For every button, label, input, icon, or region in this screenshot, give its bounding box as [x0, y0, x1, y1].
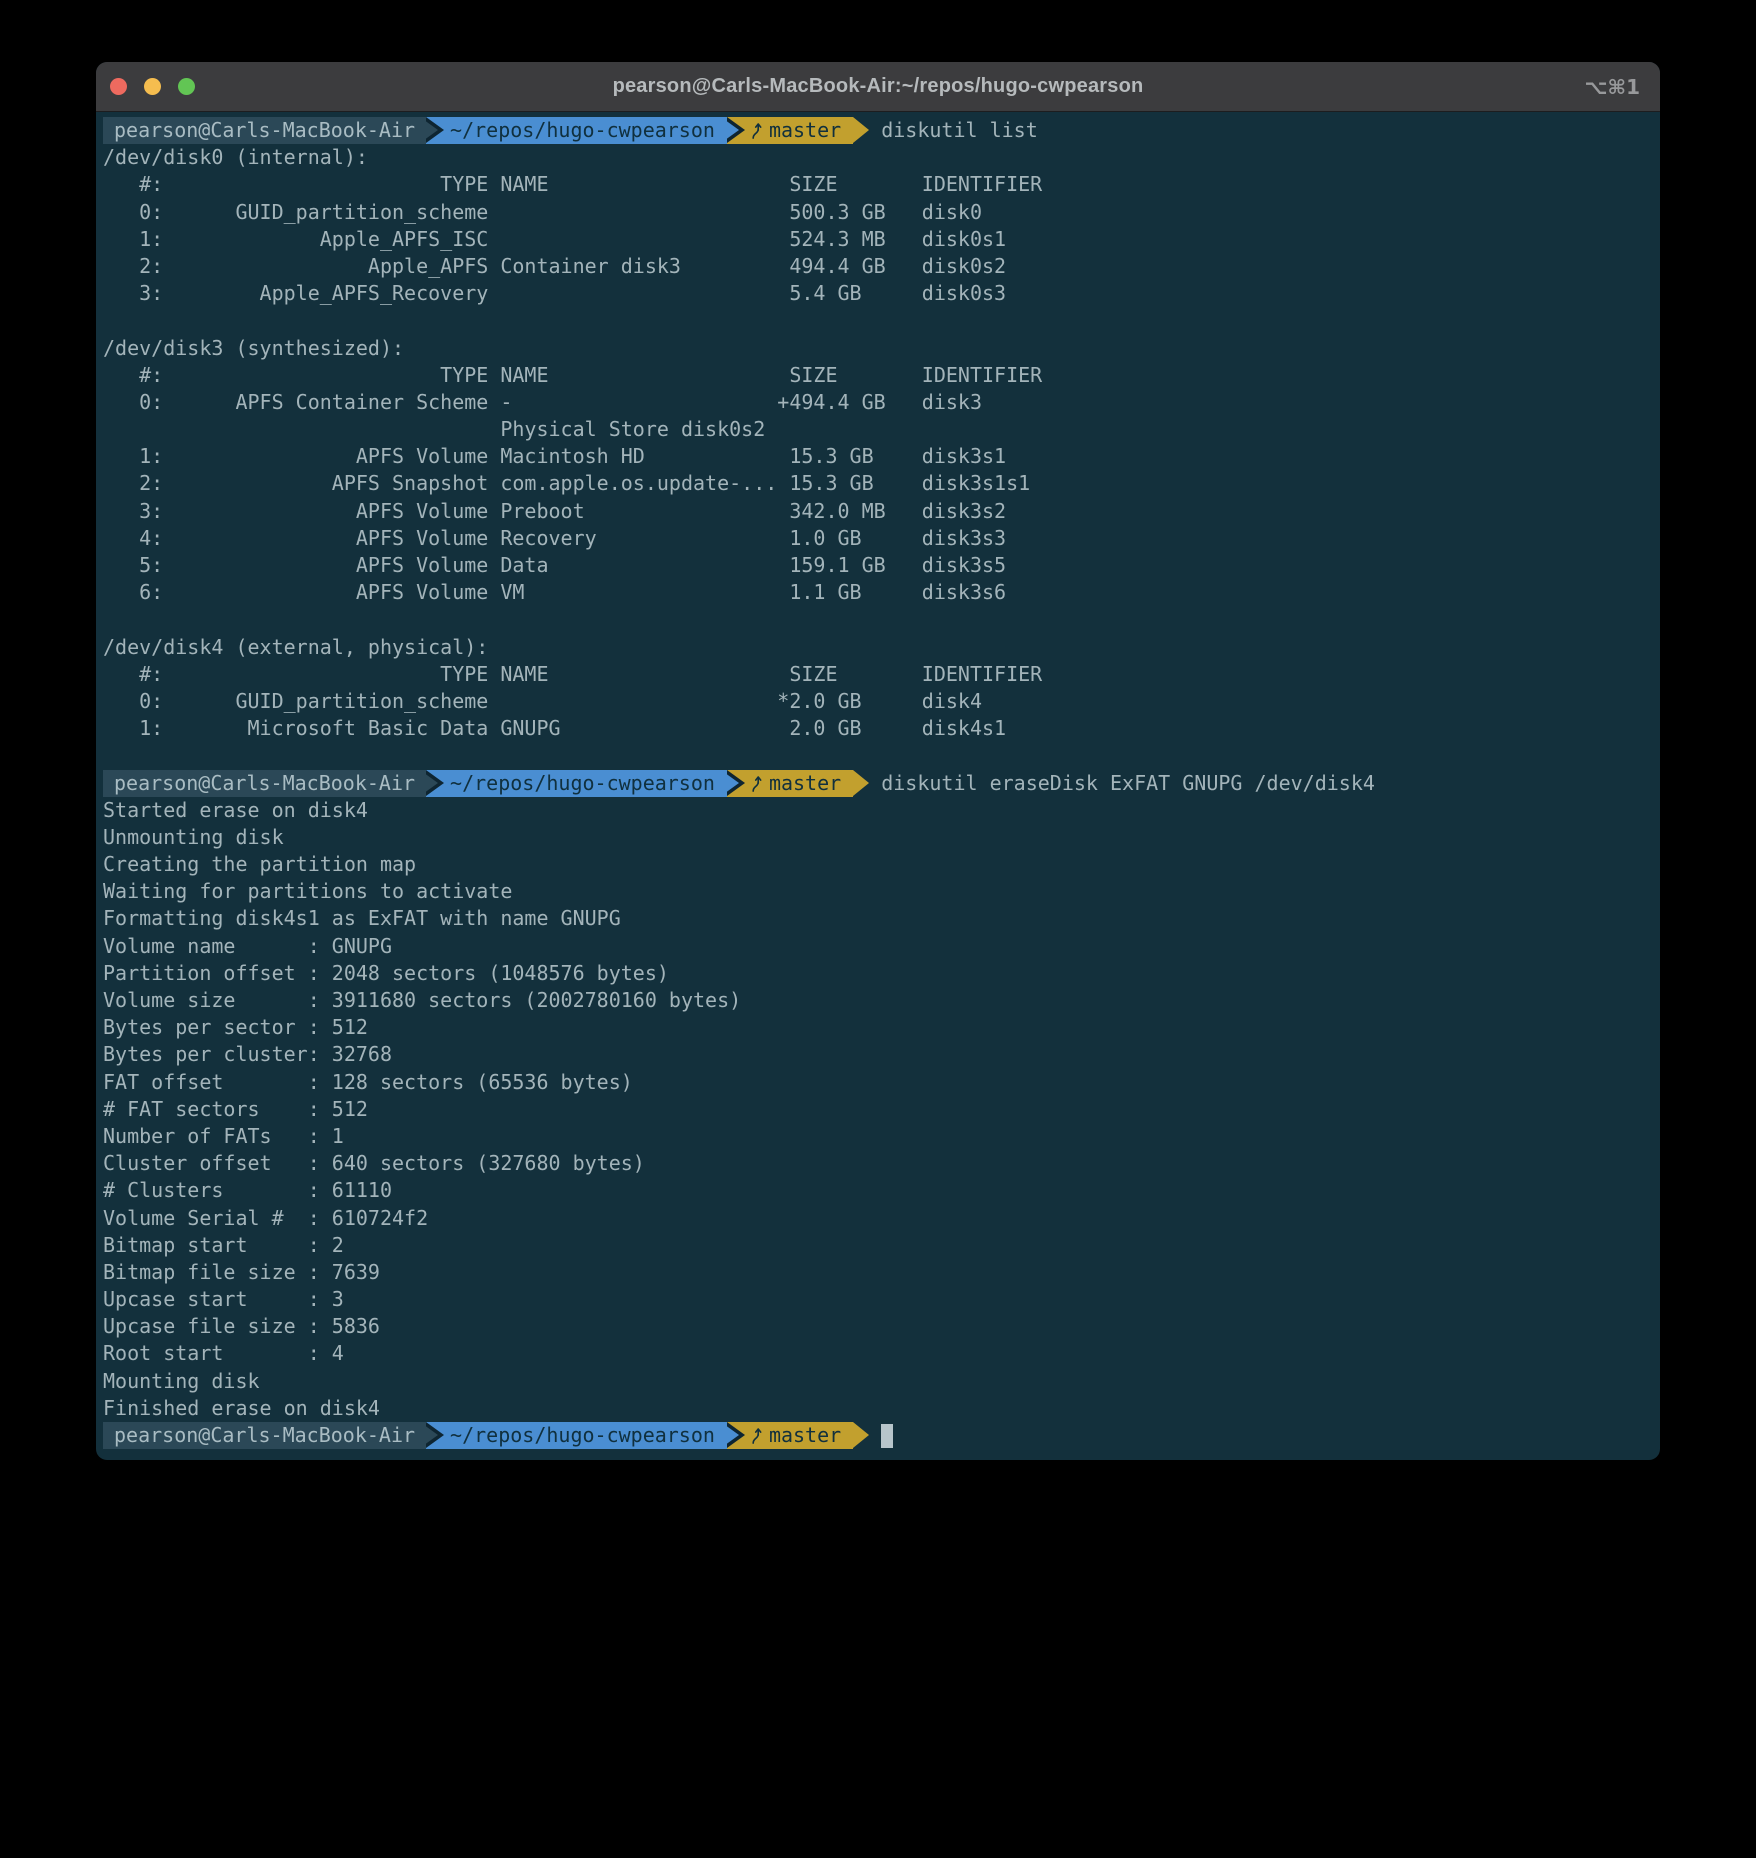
terminal-output-line: Mounting disk [103, 1368, 1652, 1395]
terminal-cursor [881, 1424, 893, 1448]
terminal-output-line: Volume Serial # : 610724f2 [103, 1205, 1652, 1232]
terminal-prompt-line: pearson@Carls-MacBook-Air ~/repos/hugo-c… [103, 1422, 1652, 1449]
terminal-output-line: /dev/disk4 (external, physical): [103, 634, 1652, 661]
prompt-git-branch-label: master [769, 770, 841, 797]
terminal-output-line: Bitmap file size : 7639 [103, 1259, 1652, 1286]
terminal-output-line: Bitmap start : 2 [103, 1232, 1652, 1259]
window-shortcut-badge: ⌥⌘1 [1584, 62, 1640, 111]
terminal-output-line: Bytes per sector : 512 [103, 1014, 1652, 1041]
git-branch-icon [749, 1426, 764, 1445]
terminal-prompt-line: pearson@Carls-MacBook-Air ~/repos/hugo-c… [103, 770, 1652, 797]
terminal-output-line: Upcase start : 3 [103, 1286, 1652, 1313]
window-title: pearson@Carls-MacBook-Air:~/repos/hugo-c… [96, 75, 1660, 98]
powerline-arrow-icon [853, 1422, 869, 1448]
terminal-output-line: Started erase on disk4 [103, 797, 1652, 824]
terminal-output-line: #: TYPE NAME SIZE IDENTIFIER [103, 362, 1652, 389]
terminal-output-line: 6: APFS Volume VM 1.1 GB disk3s6 [103, 579, 1652, 606]
terminal-output-line [103, 307, 1652, 334]
traffic-lights [110, 62, 195, 111]
terminal-output-line: Number of FATs : 1 [103, 1123, 1652, 1150]
git-branch-icon [749, 121, 764, 140]
terminal-output-line: Root start : 4 [103, 1340, 1652, 1367]
prompt-git-branch-label: master [769, 1422, 841, 1449]
terminal-output-line: Volume size : 3911680 sectors (200278016… [103, 987, 1652, 1014]
terminal-output-line: Waiting for partitions to activate [103, 878, 1652, 905]
terminal-output-line: 2: Apple_APFS Container disk3 494.4 GB d… [103, 253, 1652, 280]
prompt-directory: ~/repos/hugo-cwpearson [444, 117, 727, 144]
terminal-output-line: 3: Apple_APFS_Recovery 5.4 GB disk0s3 [103, 280, 1652, 307]
terminal-output-line: /dev/disk0 (internal): [103, 144, 1652, 171]
terminal-output-line: 2: APFS Snapshot com.apple.os.update-...… [103, 470, 1652, 497]
prompt-directory: ~/repos/hugo-cwpearson [444, 770, 727, 797]
terminal-body[interactable]: pearson@Carls-MacBook-Air ~/repos/hugo-c… [96, 112, 1660, 1449]
powerline-arrow-icon [727, 1422, 745, 1449]
terminal-output-line: # Clusters : 61110 [103, 1177, 1652, 1204]
powerline-arrow-icon [426, 117, 444, 144]
terminal-output-line: #: TYPE NAME SIZE IDENTIFIER [103, 171, 1652, 198]
terminal-output-line: 0: GUID_partition_scheme 500.3 GB disk0 [103, 199, 1652, 226]
terminal-output-line: Unmounting disk [103, 824, 1652, 851]
prompt-user-host: pearson@Carls-MacBook-Air [103, 770, 426, 797]
powerline-arrow-icon [853, 117, 869, 143]
terminal-output-line: 1: Microsoft Basic Data GNUPG 2.0 GB dis… [103, 715, 1652, 742]
terminal-output-line: #: TYPE NAME SIZE IDENTIFIER [103, 661, 1652, 688]
minimize-button[interactable] [144, 78, 161, 95]
prompt-git-segment: master [745, 1422, 853, 1449]
zoom-button[interactable] [178, 78, 195, 95]
terminal-output-line: # FAT sectors : 512 [103, 1096, 1652, 1123]
terminal-output-line: 1: Apple_APFS_ISC 524.3 MB disk0s1 [103, 226, 1652, 253]
prompt-git-branch-label: master [769, 117, 841, 144]
terminal-output-line: 0: APFS Container Scheme - +494.4 GB dis… [103, 389, 1652, 416]
terminal-output-line: Formatting disk4s1 as ExFAT with name GN… [103, 905, 1652, 932]
powerline-arrow-icon [727, 117, 745, 144]
terminal-output-line: Creating the partition map [103, 851, 1652, 878]
prompt-user-host: pearson@Carls-MacBook-Air [103, 117, 426, 144]
prompt-command: diskutil list [869, 117, 1038, 144]
powerline-arrow-icon [426, 1422, 444, 1449]
terminal-output-line: 4: APFS Volume Recovery 1.0 GB disk3s3 [103, 525, 1652, 552]
prompt-directory: ~/repos/hugo-cwpearson [444, 1422, 727, 1449]
terminal-prompt-line: pearson@Carls-MacBook-Air ~/repos/hugo-c… [103, 117, 1652, 144]
prompt-git-segment: master [745, 770, 853, 797]
terminal-output-line: Upcase file size : 5836 [103, 1313, 1652, 1340]
powerline-arrow-icon [727, 770, 745, 797]
terminal-output-line: FAT offset : 128 sectors (65536 bytes) [103, 1069, 1652, 1096]
terminal-output-line [103, 742, 1652, 769]
powerline-arrow-icon [853, 770, 869, 796]
terminal-output-line: Finished erase on disk4 [103, 1395, 1652, 1422]
powerline-arrow-icon [426, 770, 444, 797]
terminal-output-line: 3: APFS Volume Preboot 342.0 MB disk3s2 [103, 498, 1652, 525]
terminal-window[interactable]: pearson@Carls-MacBook-Air:~/repos/hugo-c… [96, 62, 1660, 1460]
close-button[interactable] [110, 78, 127, 95]
terminal-output-line: Bytes per cluster: 32768 [103, 1041, 1652, 1068]
terminal-output-line: 5: APFS Volume Data 159.1 GB disk3s5 [103, 552, 1652, 579]
terminal-output-line: /dev/disk3 (synthesized): [103, 335, 1652, 362]
git-branch-icon [749, 774, 764, 793]
window-titlebar[interactable]: pearson@Carls-MacBook-Air:~/repos/hugo-c… [96, 62, 1660, 112]
terminal-output-line: Cluster offset : 640 sectors (327680 byt… [103, 1150, 1652, 1177]
terminal-output-line: Physical Store disk0s2 [103, 416, 1652, 443]
prompt-git-segment: master [745, 117, 853, 144]
prompt-command: diskutil eraseDisk ExFAT GNUPG /dev/disk… [869, 770, 1375, 797]
terminal-output-line: Partition offset : 2048 sectors (1048576… [103, 960, 1652, 987]
prompt-user-host: pearson@Carls-MacBook-Air [103, 1422, 426, 1449]
terminal-output-line [103, 606, 1652, 633]
terminal-output-line: 0: GUID_partition_scheme *2.0 GB disk4 [103, 688, 1652, 715]
terminal-output-line: Volume name : GNUPG [103, 933, 1652, 960]
terminal-output-line: 1: APFS Volume Macintosh HD 15.3 GB disk… [103, 443, 1652, 470]
